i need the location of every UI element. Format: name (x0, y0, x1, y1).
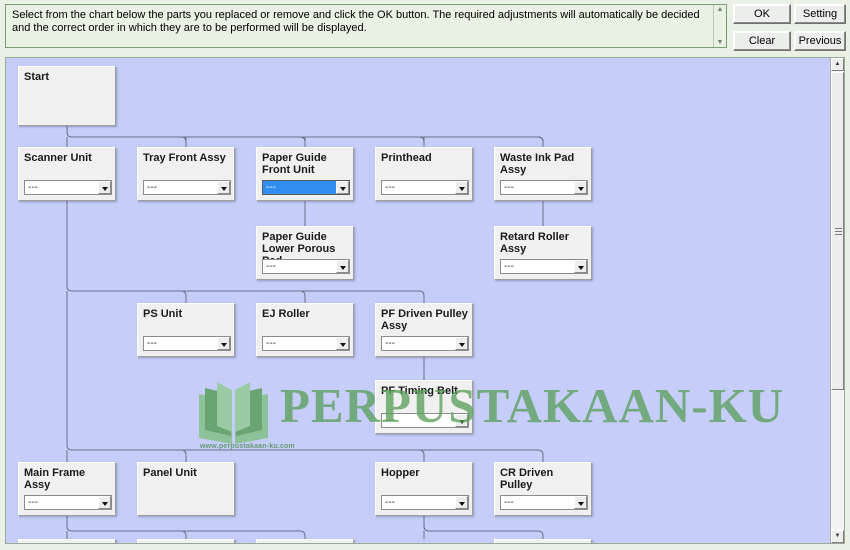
previous-button[interactable]: Previous (794, 31, 846, 51)
chevron-down-icon[interactable] (336, 260, 349, 273)
ok-button[interactable]: OK (733, 4, 791, 24)
chart-node-label: Paper Guide Front Unit (262, 152, 327, 176)
dropdown-value: --- (504, 182, 514, 193)
chart-node-start[interactable]: Start (18, 66, 116, 126)
clear-button[interactable]: Clear (733, 31, 791, 51)
chart-node-label: Main Frame Assy (24, 467, 86, 491)
chart-node-panelunit[interactable]: Panel Unit (137, 462, 235, 516)
chart-node-pfdriven[interactable]: PF Driven Pulley Assy --- (375, 303, 473, 357)
chart-node-label: PF Driven Pulley Assy (381, 308, 468, 332)
chart-node-label: Hopper (381, 467, 420, 479)
instruction-panel: Select from the chart below the parts yo… (5, 4, 727, 48)
chart-node-dropdown[interactable]: --- (143, 336, 231, 351)
chart-node-cut1[interactable] (18, 539, 116, 543)
dropdown-value: --- (28, 497, 38, 508)
chart-node-dropdown[interactable]: --- (500, 180, 588, 195)
chart-node-printhead[interactable]: Printhead --- (375, 147, 473, 201)
dropdown-value: --- (266, 261, 276, 272)
chart-node-pgfront[interactable]: Paper Guide Front Unit --- (256, 147, 354, 201)
chart-node-dropdown[interactable]: --- (381, 413, 469, 428)
chevron-down-icon[interactable] (574, 181, 587, 194)
chevron-down-icon[interactable] (455, 496, 468, 509)
chart-node-wasteink[interactable]: Waste Ink Pad Assy --- (494, 147, 592, 201)
instruction-scroll-up-icon[interactable]: ▲ (717, 6, 724, 13)
chart-node-label: Panel Unit (143, 467, 197, 479)
chart-node-trayfront[interactable]: Tray Front Assy --- (137, 147, 235, 201)
chart-node-label: Tray Front Assy (143, 152, 226, 164)
instruction-scrollbar[interactable]: ▲ ▼ (713, 5, 726, 47)
chart-node-dropdown[interactable]: --- (500, 495, 588, 510)
canvas-vertical-scrollbar[interactable]: ▲ ▼ (830, 58, 844, 543)
dropdown-value: --- (266, 338, 276, 349)
chart-node-pglower[interactable]: Paper Guide Lower Porous Pad--- (256, 226, 354, 280)
chart-node-dropdown[interactable]: --- (24, 495, 112, 510)
chevron-down-icon[interactable] (98, 181, 111, 194)
chart-node-dropdown[interactable]: --- (500, 259, 588, 274)
chart-node-psunit[interactable]: PS Unit --- (137, 303, 235, 357)
chart-node-cut3[interactable] (256, 539, 354, 543)
chart-node-scanner[interactable]: Scanner Unit --- (18, 147, 116, 201)
dropdown-value: --- (147, 338, 157, 349)
scrollbar-grip-icon (835, 228, 842, 235)
dropdown-value: --- (385, 338, 395, 349)
scrollbar-thumb[interactable] (831, 72, 844, 390)
dropdown-value: --- (266, 182, 276, 193)
chart-node-dropdown[interactable]: --- (381, 180, 469, 195)
chevron-down-icon[interactable] (574, 260, 587, 273)
chart-node-label: PF Timing Belt (381, 385, 458, 397)
chevron-down-icon[interactable] (455, 181, 468, 194)
chart-node-dropdown[interactable]: --- (381, 495, 469, 510)
chart-node-label: Waste Ink Pad Assy (500, 152, 575, 176)
chart-node-label: PS Unit (143, 308, 183, 320)
chart-node-crdriven[interactable]: CR Driven Pulley --- (494, 462, 592, 516)
dropdown-value: --- (504, 497, 514, 508)
dropdown-value: --- (385, 182, 395, 193)
dropdown-value: --- (385, 497, 395, 508)
chart-node-ejroller[interactable]: EJ Roller --- (256, 303, 354, 357)
chevron-down-icon[interactable] (336, 337, 349, 350)
chart-node-dropdown[interactable]: --- (143, 180, 231, 195)
chart-node-retard[interactable]: Retard Roller Assy --- (494, 226, 592, 280)
chart-node-label: Retard Roller Assy (500, 231, 570, 255)
chart-node-dropdown[interactable]: --- (262, 336, 350, 351)
chart-node-cut2[interactable] (137, 539, 235, 543)
chart-node-label: EJ Roller (262, 308, 310, 320)
setting-button[interactable]: Setting (794, 4, 846, 24)
chart-node-label: CR Driven Pulley (500, 467, 554, 491)
chevron-down-icon[interactable] (336, 181, 349, 194)
chevron-down-icon[interactable] (98, 496, 111, 509)
chart-node-mainframe[interactable]: Main Frame Assy --- (18, 462, 116, 516)
scroll-down-button[interactable]: ▼ (831, 530, 844, 543)
scroll-up-button[interactable]: ▲ (831, 58, 844, 71)
dropdown-value: --- (385, 415, 395, 426)
top-toolbar: Select from the chart below the parts yo… (0, 0, 850, 53)
chevron-down-icon[interactable] (455, 414, 468, 427)
chart-node-label: Start (24, 71, 50, 83)
dropdown-value: --- (28, 182, 38, 193)
parts-chart-panel: Start Scanner Unit --- Tray Front Assy --- Pa… (5, 57, 845, 544)
chart-node-dropdown[interactable]: --- (262, 259, 350, 274)
chart-node-dropdown[interactable]: --- (381, 336, 469, 351)
dropdown-value: --- (504, 261, 514, 272)
chart-node-label: Scanner Unit (24, 152, 92, 164)
chevron-down-icon[interactable] (455, 337, 468, 350)
chart-node-dropdown[interactable]: --- (24, 180, 112, 195)
chart-node-pftiming[interactable]: PF Timing Belt --- (375, 380, 473, 434)
chart-node-hopper[interactable]: Hopper --- (375, 462, 473, 516)
dropdown-value: --- (147, 182, 157, 193)
instruction-text: Select from the chart below the parts yo… (12, 9, 700, 34)
chevron-down-icon[interactable] (217, 337, 230, 350)
adjustment-program-window: Select from the chart below the parts yo… (0, 0, 850, 550)
instruction-scroll-down-icon[interactable]: ▼ (717, 39, 724, 46)
chart-node-dropdown[interactable]: --- (262, 180, 350, 195)
chevron-down-icon[interactable] (217, 181, 230, 194)
parts-chart-canvas: Start Scanner Unit --- Tray Front Assy --- Pa… (6, 58, 831, 543)
chevron-down-icon[interactable] (574, 496, 587, 509)
chart-node-cut4[interactable] (494, 539, 592, 543)
chart-node-label: Printhead (381, 152, 432, 164)
